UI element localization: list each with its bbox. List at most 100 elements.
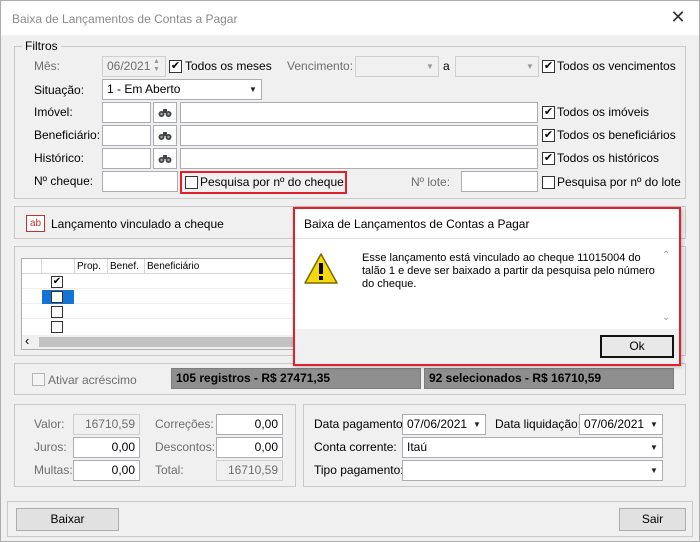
todos-vencimentos-label: Todos os vencimentos xyxy=(557,59,676,73)
total-label: Total: xyxy=(155,463,184,477)
grid-col-benef[interactable]: Benef. xyxy=(110,261,139,272)
scroll-up-icon[interactable]: ⌃ xyxy=(662,250,670,261)
horizontal-scrollbar[interactable]: ‹ xyxy=(22,333,295,349)
selecionados-summary: 92 selecionados - R$ 16710,59 xyxy=(424,368,674,389)
filters-legend: Filtros xyxy=(22,39,61,53)
mes-spinner[interactable]: ▲ ▼ xyxy=(150,58,163,75)
juros-value: 0,00 xyxy=(111,440,135,454)
chevron-down-icon[interactable]: ▼ xyxy=(646,461,662,480)
dialog-ok-label: Ok xyxy=(629,339,645,353)
imovel-search-button[interactable] xyxy=(153,102,177,123)
juros-field[interactable]: 0,00 xyxy=(73,437,140,458)
todos-meses-checkbox[interactable]: ✔ xyxy=(169,60,182,73)
pesquisa-cheque-checkbox[interactable] xyxy=(185,176,198,189)
close-icon[interactable]: ✕ xyxy=(661,5,695,31)
descontos-field[interactable]: 0,00 xyxy=(216,437,283,458)
data-liquidacao-field[interactable]: 07/06/2021 ▼ xyxy=(579,414,663,435)
imovel-description-field[interactable] xyxy=(180,102,538,123)
row-checkbox[interactable] xyxy=(51,291,63,303)
dialog-message: Esse lançamento está vinculado ao cheque… xyxy=(362,252,655,290)
field-text-icon-text: ab xyxy=(29,218,42,229)
dialog-ok-button[interactable]: Ok xyxy=(600,335,674,358)
dialog-message-area: Esse lançamento está vinculado ao cheque… xyxy=(295,239,679,329)
binoculars-icon xyxy=(158,131,172,140)
cheque-field[interactable] xyxy=(102,171,178,192)
ativar-acrescimo-checkbox[interactable] xyxy=(32,373,45,386)
check-icon: ✔ xyxy=(52,276,62,287)
lancamentos-grid[interactable]: Prop. Benef. Beneficiário ✔ ‹ xyxy=(21,258,296,350)
scroll-left-icon[interactable]: ‹ xyxy=(25,333,29,348)
imovel-code-field[interactable] xyxy=(102,102,151,123)
vinculado-label: Lançamento vinculado a cheque xyxy=(51,217,224,231)
chevron-down-icon[interactable]: ▼ xyxy=(646,415,662,434)
cheque-label: Nº cheque: xyxy=(34,174,94,188)
beneficiario-search-button[interactable] xyxy=(153,125,177,146)
correcoes-label: Correções: xyxy=(155,417,214,431)
window-title: Baixa de Lançamentos de Contas a Pagar xyxy=(12,12,238,26)
tipo-pagamento-select[interactable]: ▼ xyxy=(402,460,663,481)
chevron-down-icon[interactable]: ▼ xyxy=(245,80,261,99)
historico-description-field[interactable] xyxy=(180,148,538,169)
todos-beneficiarios-checkbox[interactable]: ✔ xyxy=(542,129,555,142)
selecionados-text: 92 selecionados - R$ 16710,59 xyxy=(429,371,602,385)
correcoes-field[interactable]: 0,00 xyxy=(216,414,283,435)
tipo-pagamento-label: Tipo pagamento: xyxy=(314,463,404,477)
data-pagamento-field[interactable]: 07/06/2021 ▼ xyxy=(402,414,486,435)
conta-corrente-value: Itaú xyxy=(407,440,428,454)
table-row[interactable] xyxy=(22,305,295,319)
conta-corrente-select[interactable]: Itaú ▼ xyxy=(402,437,663,458)
chevron-down-icon[interactable]: ▼ xyxy=(469,415,485,434)
vencimento-end-field[interactable]: ▼ xyxy=(455,56,539,77)
check-icon: ✔ xyxy=(543,129,554,141)
table-row[interactable]: ✔ xyxy=(22,275,295,289)
title-bar: Baixa de Lançamentos de Contas a Pagar ✕ xyxy=(1,1,699,35)
chevron-down-icon[interactable]: ▼ xyxy=(646,438,662,457)
pesquisa-lote-checkbox[interactable] xyxy=(542,176,555,189)
situacao-select[interactable]: 1 - Em Aberto ▼ xyxy=(102,79,262,100)
todos-imoveis-checkbox[interactable]: ✔ xyxy=(542,106,555,119)
descontos-label: Descontos: xyxy=(155,440,216,454)
warning-icon xyxy=(304,253,338,284)
beneficiario-code-field[interactable] xyxy=(102,125,151,146)
total-field[interactable]: 16710,59 xyxy=(216,460,283,481)
sair-button[interactable]: Sair xyxy=(619,508,686,531)
beneficiario-description-field[interactable] xyxy=(180,125,538,146)
scroll-thumb[interactable] xyxy=(39,337,293,347)
historico-label: Histórico: xyxy=(34,151,85,165)
sair-label: Sair xyxy=(641,512,664,526)
situacao-label: Situação: xyxy=(34,83,85,97)
grid-col-beneficiario[interactable]: Beneficiário xyxy=(147,261,199,272)
row-checkbox[interactable]: ✔ xyxy=(51,276,63,288)
valor-value: 16710,59 xyxy=(84,417,135,431)
table-row[interactable] xyxy=(22,320,295,334)
todos-historicos-checkbox[interactable]: ✔ xyxy=(542,152,555,165)
todos-imoveis-label: Todos os imóveis xyxy=(557,105,650,119)
main-window: Baixa de Lançamentos de Contas a Pagar ✕… xyxy=(0,0,700,542)
row-checkbox[interactable] xyxy=(51,321,63,333)
lote-label: Nº lote: xyxy=(411,175,451,189)
historico-search-button[interactable] xyxy=(153,148,177,169)
mes-value: 06/2021 xyxy=(107,59,151,73)
multas-field[interactable]: 0,00 xyxy=(73,460,140,481)
vencimento-start-field[interactable]: ▼ xyxy=(355,56,439,77)
dialog-title: Baixa de Lançamentos de Contas a Pagar xyxy=(304,217,530,231)
table-row[interactable] xyxy=(22,290,295,304)
chevron-down-icon[interactable]: ▼ xyxy=(422,57,438,76)
baixar-button[interactable]: Baixar xyxy=(16,508,119,531)
check-icon: ✔ xyxy=(543,152,554,164)
scroll-down-icon[interactable]: ⌄ xyxy=(662,312,670,323)
lote-field[interactable] xyxy=(461,171,538,192)
data-liquidacao-value: 07/06/2021 xyxy=(584,417,645,431)
dialog-vertical-scrollbar[interactable]: ⌃ ⌄ xyxy=(659,250,673,330)
binoculars-icon xyxy=(158,154,172,163)
grid-col-prop[interactable]: Prop. xyxy=(77,261,101,272)
imovel-label: Imóvel: xyxy=(34,105,73,119)
valor-label: Valor: xyxy=(34,417,65,431)
valor-field[interactable]: 16710,59 xyxy=(73,414,140,435)
historico-code-field[interactable] xyxy=(102,148,151,169)
descontos-value: 0,00 xyxy=(254,440,278,454)
todos-vencimentos-checkbox[interactable]: ✔ xyxy=(542,60,555,73)
row-checkbox[interactable] xyxy=(51,306,63,318)
check-icon: ✔ xyxy=(170,60,181,72)
chevron-down-icon[interactable]: ▼ xyxy=(522,57,538,76)
